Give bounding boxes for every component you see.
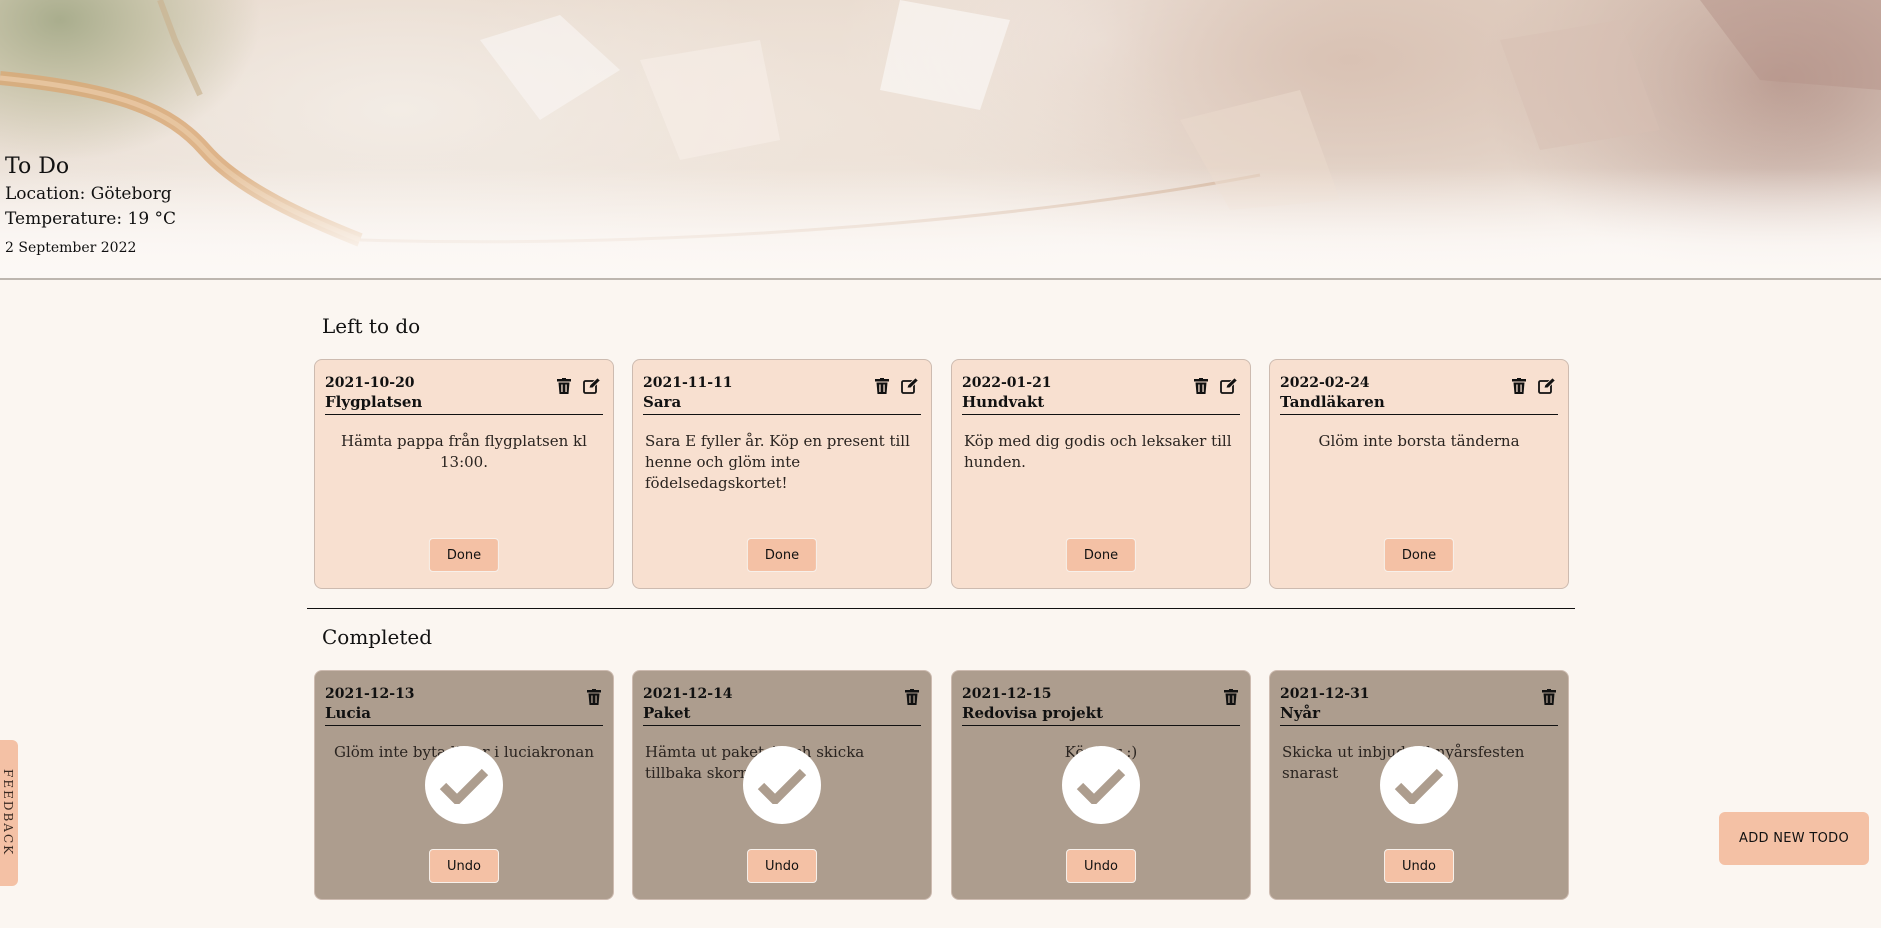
card-description: Hämta pappa från flygplatsen kl 13:00. <box>341 432 587 471</box>
todo-card-list: 2021-10-20 Flygplatsen Hämta pappa från … <box>314 359 1570 589</box>
trash-icon[interactable] <box>557 378 571 394</box>
card-title: Paket <box>643 703 921 726</box>
card-date: 2021-12-13 <box>325 686 415 702</box>
completed-card: 2021-12-13 Lucia Glöm inte byta ljus r i… <box>314 670 614 900</box>
card-description: Köp med dig godis och leksaker till hund… <box>964 432 1232 471</box>
card-actions <box>1542 689 1556 705</box>
card-description: Glöm inte borsta tänderna <box>1318 432 1520 450</box>
check-icon <box>1380 746 1458 824</box>
done-button[interactable]: Done <box>1065 538 1137 572</box>
card-title: Sara <box>643 392 921 415</box>
todo-card: 2021-10-20 Flygplatsen Hämta pappa från … <box>314 359 614 589</box>
done-button[interactable]: Done <box>746 538 818 572</box>
todo-card: 2022-02-24 Tandläkaren Glöm inte borsta … <box>1269 359 1569 589</box>
card-title: Redovisa projekt <box>962 703 1240 726</box>
done-button[interactable]: Done <box>428 538 500 572</box>
undo-button[interactable]: Undo <box>429 849 499 883</box>
trash-icon[interactable] <box>1542 689 1556 705</box>
completed-card: 2021-12-14 Paket Hämta ut paket A och sk… <box>632 670 932 900</box>
left-to-do-heading: Left to do <box>322 314 421 338</box>
trash-icon[interactable] <box>905 689 919 705</box>
location-text: Location: Göteborg <box>5 184 172 204</box>
card-actions <box>557 378 601 394</box>
feedback-tab[interactable]: FEEDBACK <box>0 740 18 886</box>
add-new-todo-button[interactable]: ADD NEW TODO <box>1719 812 1869 865</box>
undo-button[interactable]: Undo <box>747 849 817 883</box>
section-divider <box>307 608 1575 609</box>
completed-card: 2021-12-31 Nyår Skicka ut inbjud till ny… <box>1269 670 1569 900</box>
check-icon <box>743 746 821 824</box>
card-actions <box>875 378 919 394</box>
temperature-text: Temperature: 19 °C <box>5 209 177 229</box>
card-title: Tandläkaren <box>1280 392 1558 415</box>
feedback-label: FEEDBACK <box>1 769 15 857</box>
trash-icon[interactable] <box>1512 378 1526 394</box>
card-description: Sara E fyller år. Köp en present till he… <box>645 432 910 492</box>
done-button[interactable]: Done <box>1383 538 1455 572</box>
check-icon <box>1062 746 1140 824</box>
app-title: To Do <box>5 154 70 179</box>
card-title: Lucia <box>325 703 603 726</box>
todo-card: 2021-11-11 Sara Sara E fyller år. Köp en… <box>632 359 932 589</box>
edit-icon[interactable] <box>1220 378 1238 394</box>
hero-header: To Do Location: Göteborg Temperature: 19… <box>0 0 1881 280</box>
current-date: 2 September 2022 <box>5 240 137 256</box>
card-date: 2021-12-15 <box>962 686 1052 702</box>
card-actions <box>587 689 601 705</box>
trash-icon[interactable] <box>1194 378 1208 394</box>
completed-card-list: 2021-12-13 Lucia Glöm inte byta ljus r i… <box>314 670 1570 900</box>
card-date: 2021-12-14 <box>643 686 733 702</box>
card-date: 2021-12-31 <box>1280 686 1370 702</box>
trash-icon[interactable] <box>875 378 889 394</box>
edit-icon[interactable] <box>583 378 601 394</box>
undo-button[interactable]: Undo <box>1066 849 1136 883</box>
card-actions <box>1512 378 1556 394</box>
card-actions <box>1194 378 1238 394</box>
edit-icon[interactable] <box>901 378 919 394</box>
hero-info: To Do Location: Göteborg Temperature: 19… <box>5 152 176 256</box>
card-actions <box>905 689 919 705</box>
trash-icon[interactable] <box>587 689 601 705</box>
completed-heading: Completed <box>322 625 433 649</box>
completed-card: 2021-12-15 Redovisa projekt Kör ker :) U… <box>951 670 1251 900</box>
undo-button[interactable]: Undo <box>1384 849 1454 883</box>
card-title: Flygplatsen <box>325 392 603 415</box>
card-title: Hundvakt <box>962 392 1240 415</box>
card-title: Nyår <box>1280 703 1558 726</box>
hero-fade <box>0 168 1881 278</box>
todo-card: 2022-01-21 Hundvakt Köp med dig godis oc… <box>951 359 1251 589</box>
trash-icon[interactable] <box>1224 689 1238 705</box>
edit-icon[interactable] <box>1538 378 1556 394</box>
check-icon <box>425 746 503 824</box>
card-actions <box>1224 689 1238 705</box>
